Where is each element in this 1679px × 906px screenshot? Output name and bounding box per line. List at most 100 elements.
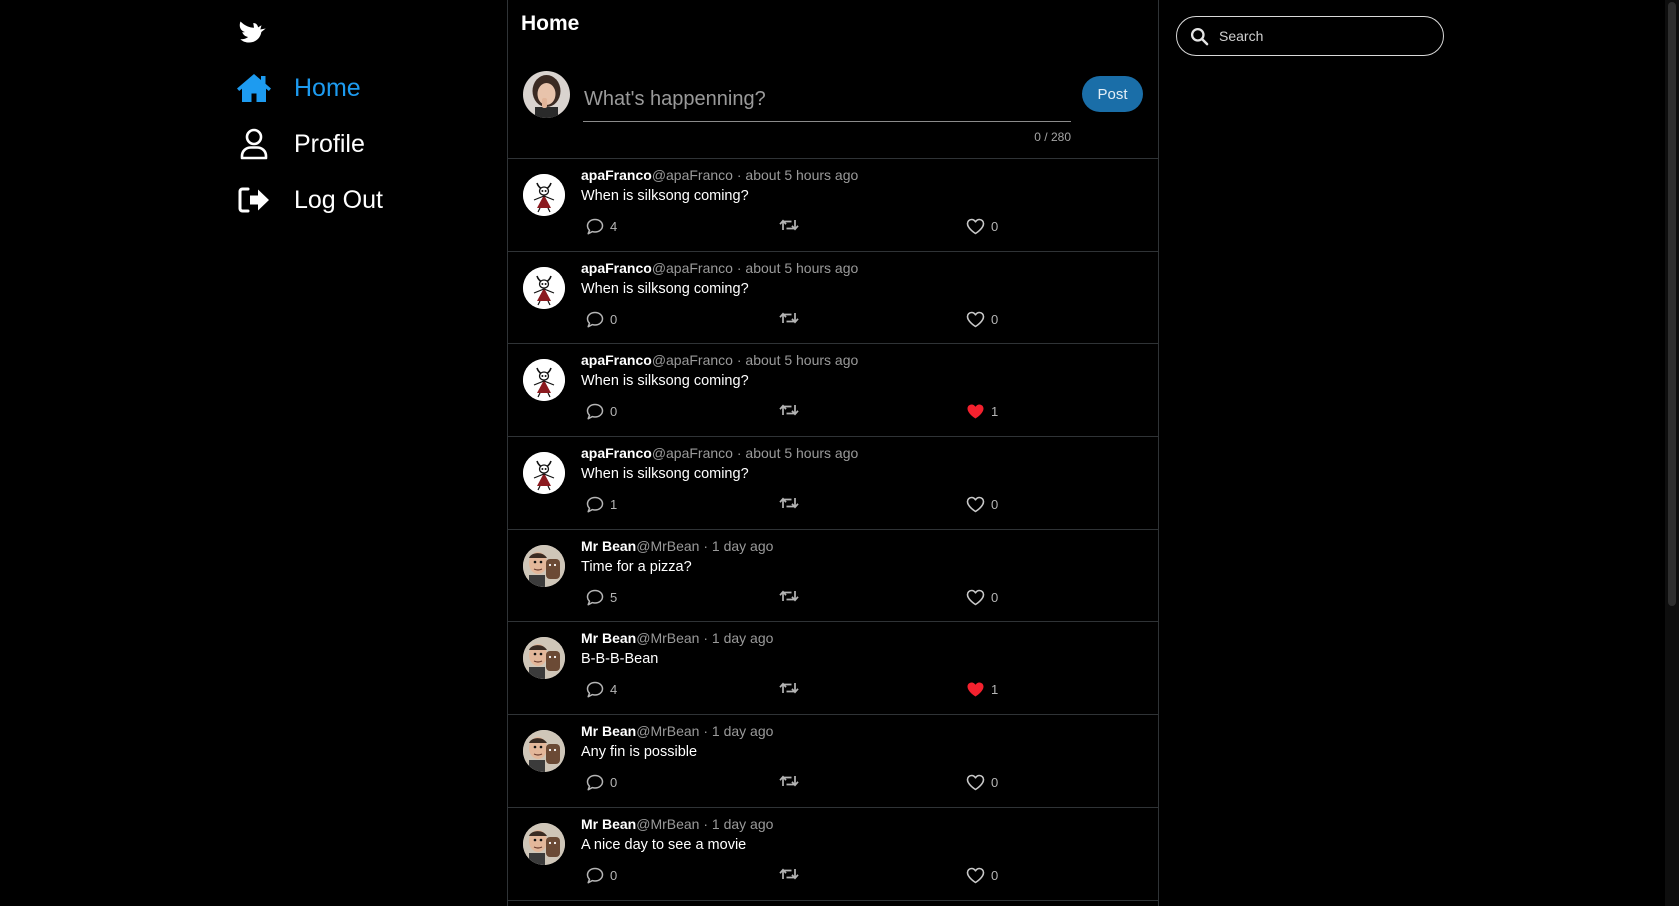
avatar: [523, 71, 570, 118]
like-button[interactable]: 0: [966, 774, 998, 791]
comment-icon: [586, 403, 604, 420]
comment-icon: [586, 589, 604, 606]
tweet-author-name[interactable]: Mr Bean: [581, 816, 636, 832]
avatar[interactable]: [523, 452, 565, 495]
tweet-6[interactable]: Mr Bean@MrBean · 1 day ago Any fin is po…: [508, 715, 1158, 808]
retweet-button[interactable]: [779, 311, 799, 325]
tweet-text: When is silksong coming?: [581, 466, 749, 483]
tweet-author-handle: @apaFranco: [651, 167, 733, 183]
tweet-2[interactable]: apaFranco@apaFranco · about 5 hours ago …: [508, 344, 1158, 438]
tweet-text: When is silksong coming?: [581, 188, 749, 204]
tweet-actions: 4 0: [586, 218, 1006, 238]
tweet-author-name[interactable]: apaFranco: [581, 445, 652, 461]
retweet-icon: [779, 311, 799, 325]
tweet-timestamp: 1 day ago: [711, 537, 774, 554]
search-input[interactable]: [1217, 27, 1427, 45]
tweet-text: When is silksong coming?: [581, 280, 749, 297]
avatar[interactable]: [523, 637, 565, 680]
like-count: 0: [991, 867, 999, 883]
tweet-author-handle: @MrBean: [636, 723, 700, 740]
retweet-button[interactable]: [779, 774, 799, 788]
tweet-author-name[interactable]: apaFranco: [581, 260, 652, 276]
reply-count: 4: [610, 219, 618, 234]
scrollbar-thumb[interactable]: [1668, 2, 1676, 606]
tweet-4[interactable]: Mr Bean@MrBean · 1 day ago Time for a pi…: [508, 530, 1158, 623]
tweet-author-name[interactable]: Mr Bean: [581, 630, 636, 646]
tweet-header: Mr Bean@MrBean · 1 day ago: [581, 816, 773, 832]
tweet-author-name[interactable]: Mr Bean: [581, 538, 636, 554]
nav-item-home[interactable]: Home: [236, 68, 361, 108]
nav-label-logout: Log Out: [294, 185, 383, 214]
compose-input[interactable]: [583, 78, 1071, 122]
tweet-text: Any fin is possible: [581, 744, 698, 761]
nav-item-logout[interactable]: Log Out: [236, 180, 383, 220]
reply-count: 0: [610, 311, 618, 327]
avatar[interactable]: [523, 359, 565, 402]
nav-label-home: Home: [294, 73, 361, 102]
nav-item-profile[interactable]: Profile: [236, 124, 365, 164]
avatar[interactable]: [523, 174, 565, 216]
retweet-icon: [779, 496, 799, 510]
reply-button[interactable]: 5: [586, 589, 617, 606]
tweet-author-name[interactable]: apaFranco: [581, 167, 652, 183]
reply-button[interactable]: 0: [586, 867, 617, 884]
search-box[interactable]: [1176, 16, 1444, 56]
search-icon: [1177, 27, 1213, 46]
reply-button[interactable]: 0: [586, 311, 617, 328]
user-icon: [236, 126, 272, 162]
comment-icon: [586, 311, 604, 328]
heart-filled-icon: [966, 681, 985, 698]
reply-count: 0: [610, 404, 618, 420]
tweet-separator: ·: [703, 630, 709, 647]
comment-icon: [586, 218, 604, 235]
bird-logo-icon[interactable]: [236, 14, 272, 50]
scrollbar[interactable]: [1665, 0, 1679, 906]
post-button[interactable]: Post: [1082, 76, 1143, 112]
tweet-1[interactable]: apaFranco@apaFranco · about 5 hours ago …: [508, 252, 1158, 345]
like-button[interactable]: 0: [966, 589, 998, 606]
retweet-button[interactable]: [779, 589, 799, 603]
like-button[interactable]: 0: [966, 218, 998, 235]
tweet-3[interactable]: apaFranco@apaFranco · about 5 hours ago …: [508, 437, 1158, 530]
retweet-icon: [779, 589, 799, 603]
nav-label-profile: Profile: [294, 129, 365, 158]
reply-button[interactable]: 0: [586, 774, 617, 791]
retweet-button[interactable]: [779, 867, 799, 881]
tweet-author-handle: @apaFranco: [651, 352, 733, 369]
tweet-author-handle: @MrBean: [636, 537, 700, 554]
tweet-author-name[interactable]: Mr Bean: [581, 723, 636, 739]
avatar[interactable]: [523, 544, 565, 587]
reply-button[interactable]: 4: [586, 218, 617, 235]
like-button[interactable]: 0: [966, 311, 998, 328]
tweet-separator: ·: [703, 815, 709, 832]
tweet-7[interactable]: Mr Bean@MrBean · 1 day ago A nice day to…: [508, 808, 1158, 901]
heart-filled-icon: [966, 403, 985, 420]
main-column: Home 0 / 280 Post apaFranco@apaFranco · …: [507, 0, 1159, 906]
reply-button[interactable]: 4: [586, 681, 617, 698]
reply-button[interactable]: 0: [586, 403, 617, 420]
like-button[interactable]: 1: [966, 681, 998, 698]
like-button[interactable]: 0: [966, 496, 998, 513]
tweet-5[interactable]: Mr Bean@MrBean · 1 day ago B-B-B-Bean 4 …: [508, 622, 1158, 716]
reply-button[interactable]: 1: [586, 496, 617, 513]
retweet-button[interactable]: [779, 403, 799, 417]
like-count: 0: [991, 311, 999, 327]
retweet-button[interactable]: [779, 218, 799, 232]
tweet-author-name[interactable]: apaFranco: [581, 352, 652, 368]
tweet-separator: ·: [736, 167, 742, 183]
reply-count: 0: [610, 867, 618, 883]
reply-count: 4: [610, 682, 618, 698]
tweet-actions: 5 0: [586, 589, 1006, 609]
retweet-button[interactable]: [779, 681, 799, 695]
tweet-0[interactable]: apaFranco@apaFranco · about 5 hours ago …: [508, 159, 1158, 252]
tweet-header: apaFranco@apaFranco · about 5 hours ago: [581, 445, 858, 461]
like-count: 0: [991, 219, 999, 234]
avatar[interactable]: [523, 266, 565, 309]
like-button[interactable]: 1: [966, 403, 998, 420]
tweet-header: apaFranco@apaFranco · about 5 hours ago: [581, 167, 858, 183]
retweet-button[interactable]: [779, 496, 799, 510]
like-button[interactable]: 0: [966, 867, 998, 884]
avatar[interactable]: [523, 730, 565, 773]
avatar[interactable]: [523, 822, 565, 865]
tweet-separator: ·: [736, 352, 742, 369]
